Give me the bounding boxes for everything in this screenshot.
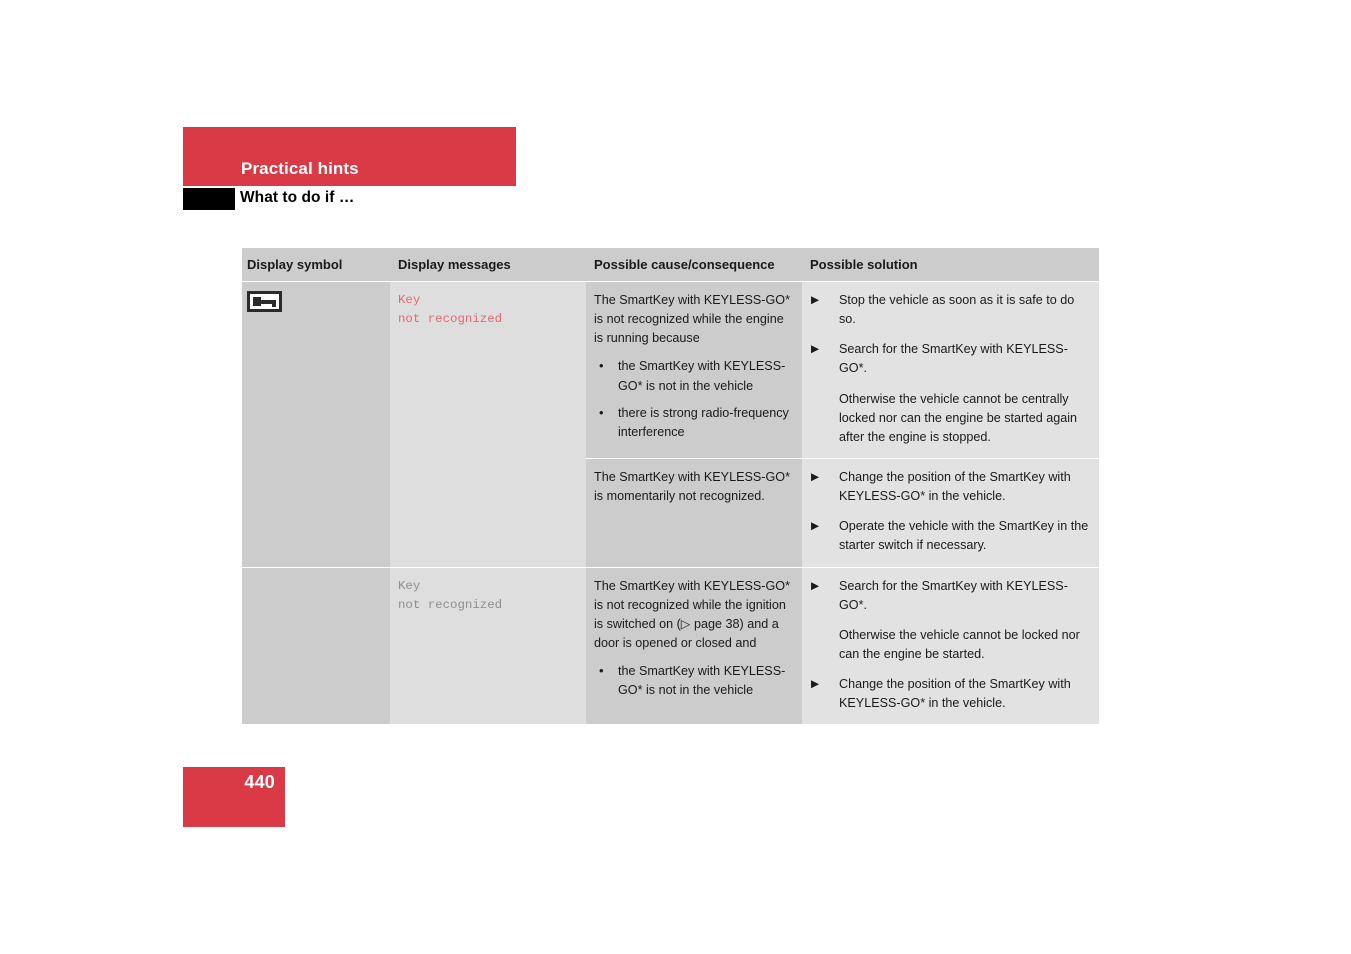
possible-cause-cell: The SmartKey with KEYLESS-GO* is not rec… xyxy=(586,281,802,459)
list-item: the SmartKey with KEYLESS-GO* is not in … xyxy=(594,661,792,700)
table-row: Key not recognized The SmartKey with KEY… xyxy=(242,281,1099,568)
list-item: Search for the SmartKey with KEYLESS-GO*… xyxy=(810,340,1089,378)
list-item: Otherwise the vehicle cannot be locked n… xyxy=(810,626,1089,664)
possible-solution-cell: Change the position of the SmartKey with… xyxy=(802,457,1099,568)
key-in-frame-icon xyxy=(247,291,282,312)
section-marker-block xyxy=(183,188,235,210)
troubleshooting-table: Display symbol Display messages Possible… xyxy=(242,248,1099,725)
cause-intro-text: The SmartKey with KEYLESS-GO* is not rec… xyxy=(594,293,790,346)
banner-title: Practical hints xyxy=(241,159,359,178)
table-header-row: Display symbol Display messages Possible… xyxy=(242,248,1099,282)
list-item: Operate the vehicle with the SmartKey in… xyxy=(810,517,1089,555)
display-symbol-cell xyxy=(242,281,390,568)
page-number: 440 xyxy=(244,772,275,792)
possible-solution-cell: Stop the vehicle as soon as it is safe t… xyxy=(802,281,1099,459)
column-header-display-symbol: Display symbol xyxy=(242,248,390,282)
display-message-cell: Key not recognized xyxy=(390,281,586,568)
column-header-display-messages: Display messages xyxy=(390,248,586,282)
solution-text: Search for the SmartKey with KEYLESS-GO*… xyxy=(839,578,1068,612)
cause-intro-text: The SmartKey with KEYLESS-GO* is momenta… xyxy=(594,469,790,504)
list-item: Otherwise the vehicle cannot be centrall… xyxy=(810,390,1089,447)
cause-intro-text: The SmartKey with KEYLESS-GO* is not rec… xyxy=(594,578,790,650)
list-item: Change the position of the SmartKey with… xyxy=(810,675,1089,713)
solution-note-text: Otherwise the vehicle cannot be centrall… xyxy=(839,391,1078,444)
display-symbol-cell xyxy=(242,566,390,725)
solution-list: Search for the SmartKey with KEYLESS-GO*… xyxy=(810,577,1089,714)
page-subtitle: What to do if … xyxy=(240,189,355,206)
display-message-text: Key not recognized xyxy=(398,293,503,327)
list-item: Search for the SmartKey with KEYLESS-GO*… xyxy=(810,577,1089,615)
solution-text: Search for the SmartKey with KEYLESS-GO*… xyxy=(839,342,1068,376)
solution-text: Change the position of the SmartKey with… xyxy=(839,469,1071,504)
list-item: the SmartKey with KEYLESS-GO* is not in … xyxy=(594,356,792,395)
page-number-block: 440 xyxy=(183,767,285,827)
column-header-possible-cause: Possible cause/consequence xyxy=(586,248,802,282)
solution-text: Operate the vehicle with the SmartKey in… xyxy=(839,519,1089,553)
cause-bullet-list: the SmartKey with KEYLESS-GO* is not in … xyxy=(594,356,792,442)
solution-text: Change the position of the SmartKey with… xyxy=(839,677,1071,711)
display-message-cell: Key not recognized xyxy=(390,566,586,725)
list-item: Change the position of the SmartKey with… xyxy=(810,468,1089,506)
possible-cause-cell: The SmartKey with KEYLESS-GO* is momenta… xyxy=(586,457,802,568)
solution-text: Stop the vehicle as soon as it is safe t… xyxy=(839,293,1075,327)
solution-list: Change the position of the SmartKey with… xyxy=(810,468,1089,556)
list-item: there is strong radio-frequency interfer… xyxy=(594,403,792,442)
solution-list: Stop the vehicle as soon as it is safe t… xyxy=(810,291,1089,447)
possible-cause-cell: The SmartKey with KEYLESS-GO* is not rec… xyxy=(586,566,802,725)
practical-hints-banner: Practical hints xyxy=(183,127,516,186)
column-header-possible-solution: Possible solution xyxy=(802,248,1099,282)
cause-bullet-list: the SmartKey with KEYLESS-GO* is not in … xyxy=(594,661,792,700)
list-item: Stop the vehicle as soon as it is safe t… xyxy=(810,291,1089,329)
display-message-text: Key not recognized xyxy=(398,578,503,612)
table-row: Key not recognized The SmartKey with KEY… xyxy=(242,566,1099,725)
solution-note-text: Otherwise the vehicle cannot be locked n… xyxy=(839,627,1080,661)
possible-solution-cell: Search for the SmartKey with KEYLESS-GO*… xyxy=(802,566,1099,725)
